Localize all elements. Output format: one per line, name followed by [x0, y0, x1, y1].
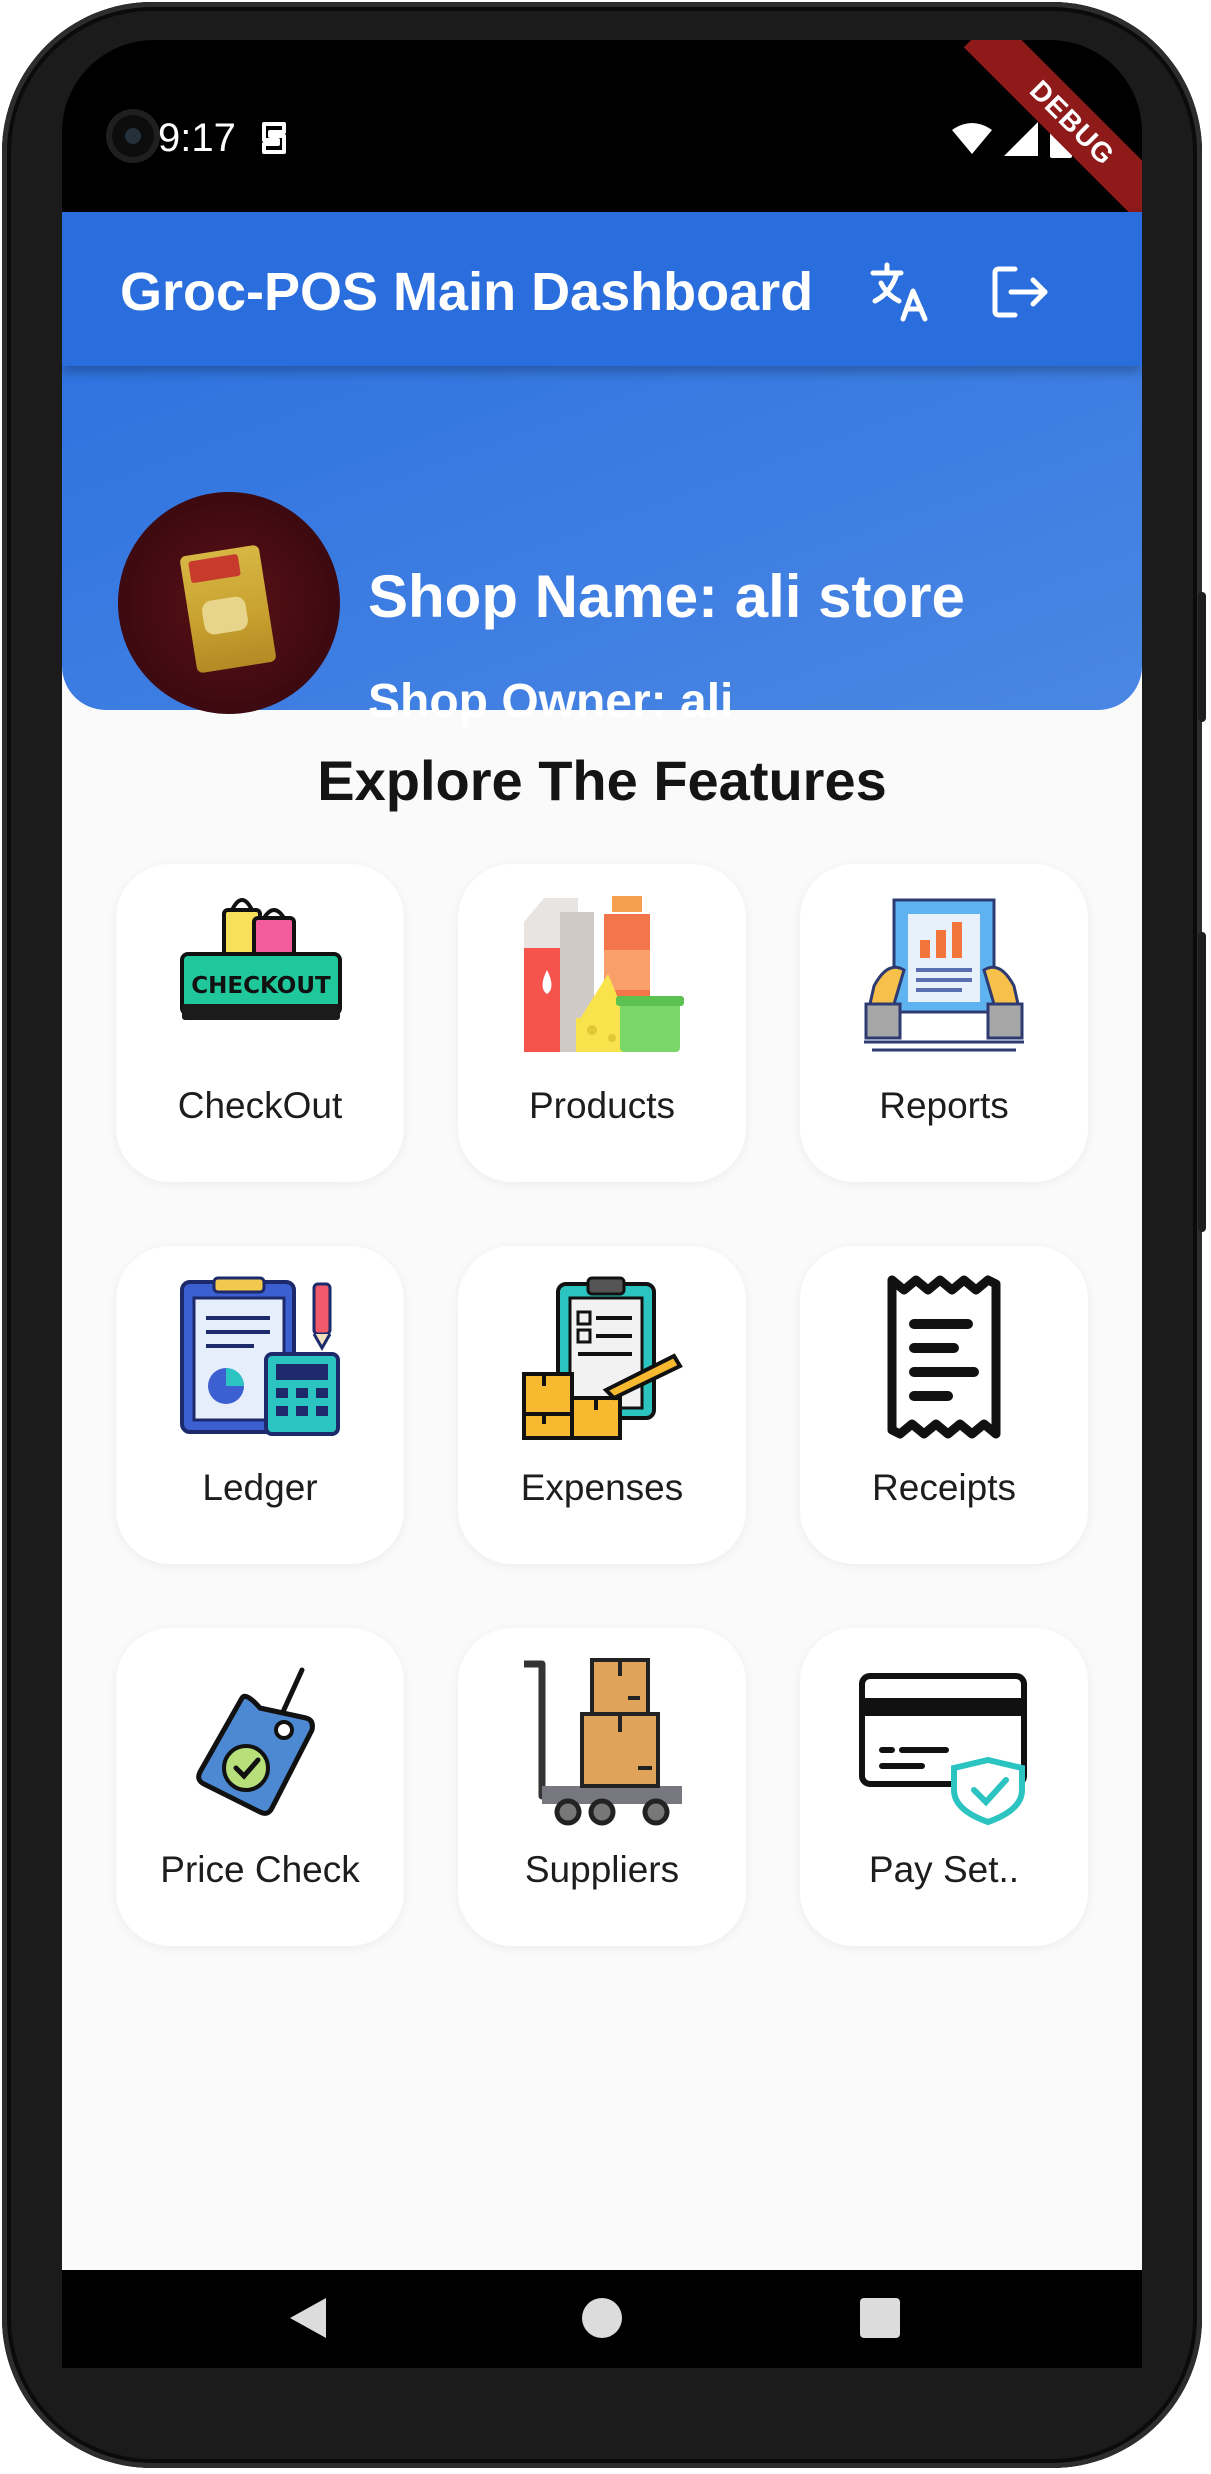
feature-products[interactable]: Products: [458, 864, 746, 1182]
home-button[interactable]: [580, 2294, 624, 2342]
ledger-icon: [180, 1276, 340, 1436]
feature-label: Suppliers: [524, 1849, 680, 1890]
avatar-product-image: [179, 544, 277, 674]
expenses-icon: [522, 1276, 683, 1440]
section-title: Explore The Features: [317, 749, 887, 812]
feature-label: Ledger: [202, 1467, 318, 1508]
feature-suppliers[interactable]: Suppliers: [458, 1628, 746, 1946]
shop-avatar[interactable]: [118, 492, 340, 714]
signal-icon: [1004, 122, 1038, 156]
translate-button[interactable]: [860, 252, 940, 332]
system-nav-bar: [62, 2270, 1142, 2368]
recents-button[interactable]: [858, 2294, 902, 2342]
feature-label: Pay Set..: [868, 1849, 1020, 1890]
feature-price-check[interactable]: Price Check: [116, 1628, 404, 1946]
shop-owner: Shop Owner: ali: [368, 675, 734, 728]
feature-receipts[interactable]: Receipts: [800, 1246, 1088, 1564]
feature-checkout[interactable]: CHECKOUT CheckOut: [116, 864, 404, 1182]
shop-name: Shop Name: ali store: [368, 563, 965, 630]
supplier-cart-icon: [524, 1658, 682, 1826]
app-content: Groc-POS Main Dashboard Shop Name: ali s…: [62, 212, 1142, 2270]
front-camera: [106, 109, 160, 163]
feature-label: Price Check: [160, 1849, 360, 1890]
status-clock: 9:17: [158, 116, 236, 160]
feature-label: Expenses: [520, 1467, 684, 1508]
feature-label: Reports: [879, 1085, 1009, 1126]
feature-pay-settings[interactable]: Pay Set..: [800, 1628, 1088, 1946]
feature-label: Receipts: [872, 1467, 1016, 1508]
logout-button[interactable]: [980, 252, 1060, 332]
notification-icon: [258, 118, 290, 163]
feature-ledger[interactable]: Ledger: [116, 1246, 404, 1564]
power-button: [1198, 932, 1206, 1232]
checkout-icon-text: CHECKOUT: [191, 973, 331, 999]
status-bar: 9:17 DEBUG: [62, 40, 1142, 232]
price-tag-icon: [196, 1667, 315, 1816]
feature-reports[interactable]: Reports: [800, 864, 1088, 1182]
products-icon: [524, 896, 684, 1052]
shop-header-card: Shop Name: ali store Shop Owner: ali: [62, 362, 1142, 728]
feature-expenses[interactable]: Expenses: [458, 1246, 746, 1564]
feature-grid: CHECKOUT CheckOut Products Reports Ledge…: [116, 864, 1088, 1946]
feature-label: Products: [528, 1085, 675, 1126]
receipt-icon: [887, 1275, 1001, 1439]
reports-icon: [864, 898, 1024, 1052]
back-button[interactable]: [286, 2294, 330, 2342]
volume-button: [1198, 592, 1206, 722]
checkout-icon: CHECKOUT: [180, 898, 342, 1020]
phone-frame: 9:17 DEBUG Groc-POS Main Dashboard Shop …: [2, 2, 1206, 2468]
screen: 9:17 DEBUG Groc-POS Main Dashboard Shop …: [62, 40, 1142, 2368]
logout-icon: [992, 266, 1048, 318]
page-title: Groc-POS Main Dashboard: [120, 262, 814, 322]
payment-card-icon: [859, 1673, 1027, 1826]
wifi-icon: [952, 123, 992, 154]
app-bar: Groc-POS Main Dashboard: [62, 212, 1142, 366]
translate-icon: [870, 262, 928, 322]
feature-label: CheckOut: [177, 1085, 343, 1126]
